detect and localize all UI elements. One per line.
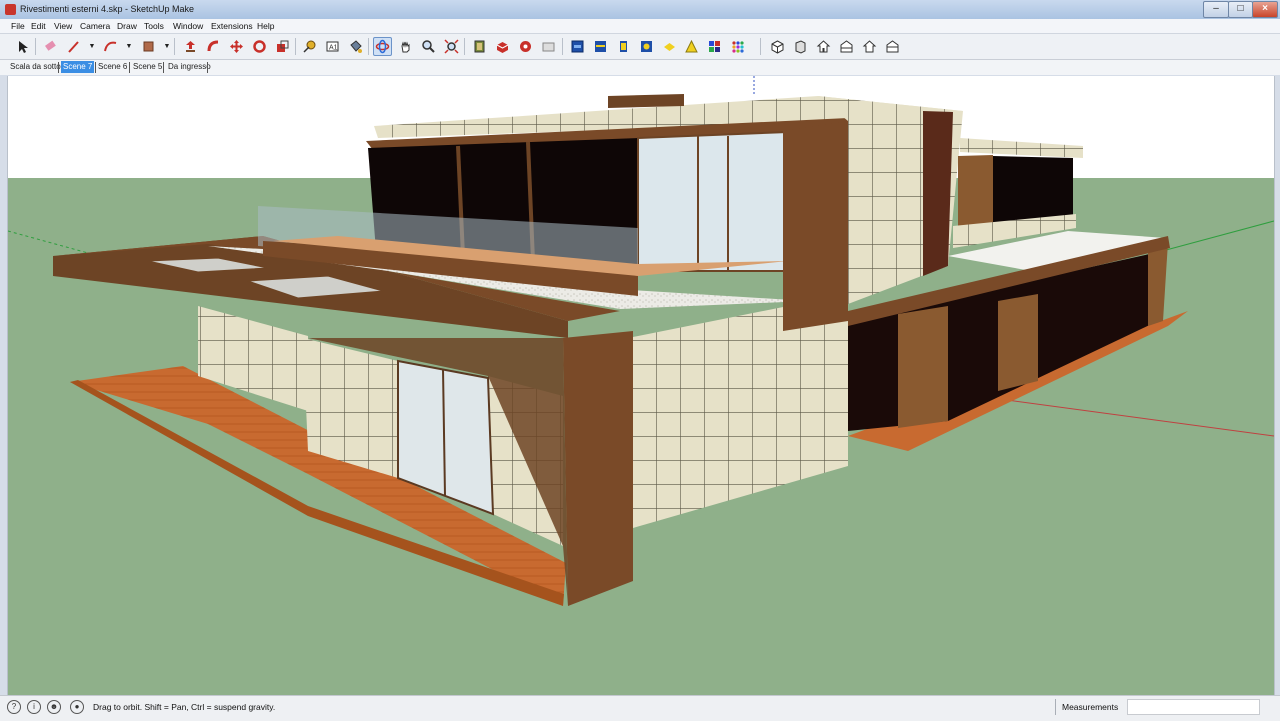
upper-frame-pillar [783, 121, 848, 331]
rotate-tool-icon[interactable] [250, 37, 269, 56]
status-hint: Drag to orbit. Shift = Pan, Ctrl = suspe… [93, 702, 276, 712]
measurements-input[interactable] [1127, 699, 1260, 715]
menu-view[interactable]: View [54, 21, 72, 31]
rectangle-dropdown-icon[interactable]: ▼ [163, 40, 171, 53]
select-tool-icon[interactable] [13, 37, 32, 56]
pan-tool-icon[interactable] [396, 37, 415, 56]
menu-extensions[interactable]: Extensions [211, 21, 253, 31]
right-upper-windows [993, 156, 1073, 224]
push-pull-tool-icon[interactable] [181, 37, 200, 56]
geolocation-icon[interactable]: ● [70, 700, 84, 714]
upper-chimney [608, 94, 684, 108]
menu-camera[interactable]: Camera [80, 21, 110, 31]
arc-dropdown-icon[interactable]: ▼ [125, 40, 133, 53]
scenes-tool-icon[interactable] [728, 37, 747, 56]
fog-tool-icon[interactable] [660, 37, 679, 56]
eraser-tool-icon[interactable] [41, 37, 60, 56]
right-upper-wood [958, 155, 993, 228]
orbit-tool-icon[interactable] [373, 37, 392, 56]
iso-view-icon[interactable] [768, 37, 787, 56]
upper-glazing [637, 130, 789, 272]
rectangle-tool-icon[interactable] [139, 37, 158, 56]
title-bar: Rivestimenti esterni 4.skp - SketchUp Ma… [0, 0, 1280, 20]
shadows-tool-icon[interactable] [637, 37, 656, 56]
paint-bucket-tool-icon[interactable] [346, 37, 365, 56]
text-tool-icon[interactable]: A1 [323, 37, 342, 56]
back-view-icon[interactable] [860, 37, 879, 56]
svg-text:A1: A1 [329, 45, 338, 52]
components-tool-icon[interactable] [470, 37, 489, 56]
scene-tab-scene-6[interactable]: Scene 6 [96, 61, 129, 73]
line-tool-icon[interactable] [64, 37, 83, 56]
menu-bar: File Edit View Camera Draw Tools Window … [0, 19, 1280, 34]
menu-window[interactable]: Window [173, 21, 203, 31]
layers-tool-icon[interactable] [591, 37, 610, 56]
window-title: Rivestimenti esterni 4.skp - SketchUp Ma… [20, 4, 195, 14]
menu-edit[interactable]: Edit [31, 21, 46, 31]
section-plane-tool-icon[interactable] [568, 37, 587, 56]
extension-warehouse-tool-icon[interactable] [516, 37, 535, 56]
scenes-bar: Scala da sotto Scene 7 Scene 6 Scene 5 D… [0, 60, 1280, 75]
menu-draw[interactable]: Draw [117, 21, 137, 31]
close-button[interactable]: × [1252, 1, 1278, 18]
left-view-icon[interactable] [883, 37, 902, 56]
send-to-layout-tool-icon[interactable] [539, 37, 558, 56]
zoom-extents-tool-icon[interactable] [442, 37, 461, 56]
corner-pillar [563, 331, 633, 606]
arc-tool-icon[interactable] [101, 37, 120, 56]
tape-measure-tool-icon[interactable] [300, 37, 319, 56]
materials-tool-icon[interactable] [705, 37, 724, 56]
menu-help[interactable]: Help [257, 21, 274, 31]
help-icon[interactable]: ? [7, 700, 21, 714]
scale-tool-icon[interactable] [273, 37, 292, 56]
front-view-icon[interactable] [814, 37, 833, 56]
zoom-tool-icon[interactable] [419, 37, 438, 56]
info-icon[interactable]: i [27, 700, 41, 714]
garage-wood-panels [898, 306, 948, 428]
model-viewport[interactable] [7, 76, 1275, 695]
status-bar: ? i ☻ ● Drag to orbit. Shift = Pan, Ctrl… [0, 695, 1280, 721]
user-icon[interactable]: ☻ [47, 700, 61, 714]
3d-warehouse-tool-icon[interactable] [493, 37, 512, 56]
menu-tools[interactable]: Tools [144, 21, 164, 31]
axes-tool-icon[interactable] [682, 37, 701, 56]
model-scene[interactable] [8, 76, 1274, 695]
measurements-label: Measurements [1062, 702, 1119, 712]
sketchup-app-icon[interactable] [5, 4, 16, 15]
scene-tab-scene-5[interactable]: Scene 5 [131, 61, 164, 73]
styles-tool-icon[interactable] [614, 37, 633, 56]
follow-me-tool-icon[interactable] [204, 37, 223, 56]
scene-tab-scene-7[interactable]: Scene 7 [61, 61, 95, 73]
scene-tab-da-ingresso[interactable]: Da ingresso [166, 61, 213, 73]
menu-file[interactable]: File [11, 21, 25, 31]
main-toolbar: ▼ ▼ ▼ A1 [0, 34, 1280, 60]
right-view-icon[interactable] [837, 37, 856, 56]
line-dropdown-icon[interactable]: ▼ [88, 40, 96, 53]
scene-tab-scala-da-sotto[interactable]: Scala da sotto [8, 61, 63, 73]
maximize-button[interactable]: □ [1228, 1, 1253, 18]
top-view-icon[interactable] [791, 37, 810, 56]
minimize-button[interactable]: – [1203, 1, 1229, 18]
move-tool-icon[interactable] [227, 37, 246, 56]
